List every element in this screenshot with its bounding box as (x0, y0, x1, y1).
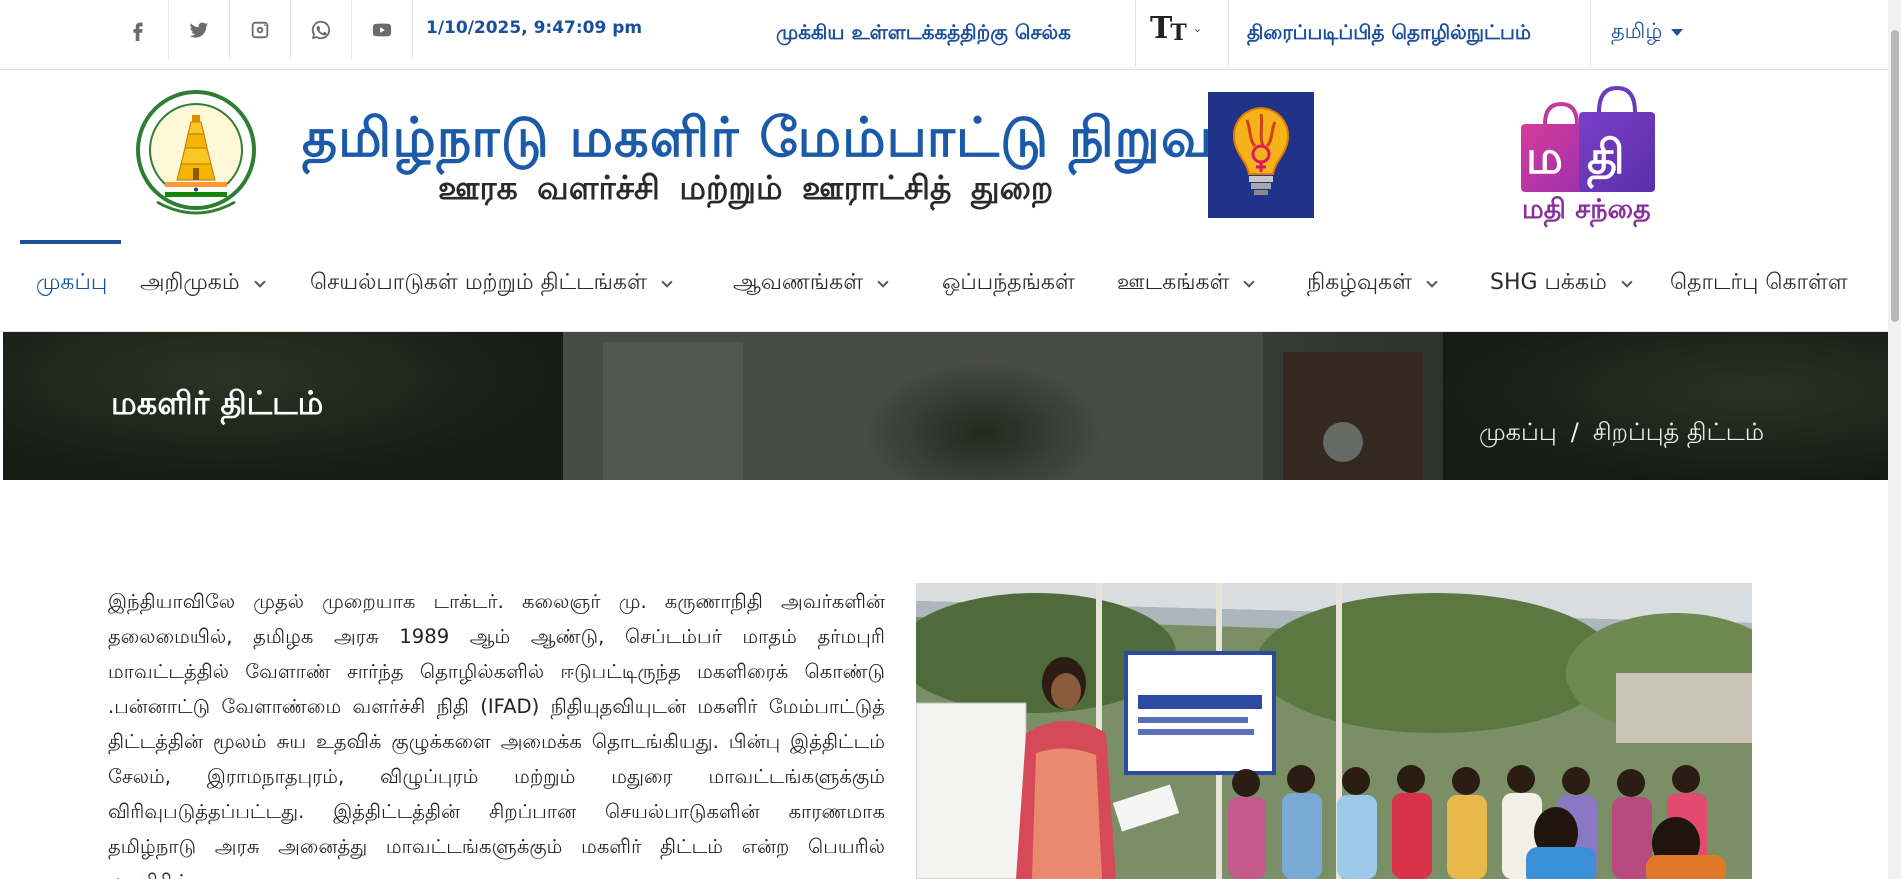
nav-item-media[interactable]: ஊடகங்கள் (1117, 270, 1256, 298)
social-links (108, 0, 413, 60)
skip-to-content-link[interactable]: முக்கிய உள்ளடக்கத்திற்கு செல்க (776, 20, 1071, 47)
mathi-sandhai-label: மதி சந்தை (1522, 194, 1651, 225)
mathi-badge-text: ம தி (1526, 130, 1629, 184)
chevron-down-icon (1243, 276, 1256, 288)
chevron-down-icon: ⌄ (1192, 22, 1202, 35)
language-selector[interactable]: தமிழ் (1611, 19, 1684, 46)
nav-item-activities-schemes[interactable]: செயல்பாடுகள் மற்றும் திட்டங்கள் (310, 270, 673, 298)
nav-item-label: தொடர்பு கொள்ள (1670, 270, 1848, 295)
nav-item-label: SHG பக்கம் (1490, 270, 1607, 295)
screen-reader-link[interactable]: திரைப்படிப்பித் தொழில்நுட்பம் (1247, 20, 1531, 47)
caret-down-icon (1671, 29, 1684, 36)
page-title: மகளிர் திட்டம் (111, 384, 324, 422)
whatsapp-icon[interactable] (291, 0, 352, 60)
font-size-icon: T (1150, 11, 1173, 46)
nav-item-contracts[interactable]: ஒப்பந்தங்கள் (942, 270, 1075, 298)
current-datetime: 1/10/2025, 9:47:09 pm (426, 18, 643, 38)
twitter-icon[interactable] (169, 0, 230, 60)
chevron-down-icon (253, 276, 266, 288)
site-title: தமிழ்நாடு மகளிர் மேம்பாட்டு நிறுவனம் (302, 106, 1312, 169)
language-label: தமிழ் (1611, 19, 1663, 43)
facebook-icon[interactable] (108, 0, 169, 60)
chevron-down-icon (1426, 276, 1438, 288)
nav-item-label: ஒப்பந்தங்கள் (942, 270, 1075, 295)
breadcrumb: முகப்பு / சிறப்புத் திட்டம் (1479, 418, 1764, 449)
scheme-description: இந்தியாவிலே முதல் முறையாக டாக்டர். கலைஞர… (108, 590, 885, 879)
site-subtitle: ஊரக வளர்ச்சி மற்றும் ஊராட்சித் துறை (438, 168, 1054, 207)
chevron-down-icon (661, 276, 673, 288)
active-nav-indicator (20, 240, 121, 244)
nav-item-events[interactable]: நிகழ்வுகள் (1307, 270, 1438, 298)
nav-item-label: முகப்பு (36, 270, 108, 295)
nav-item-label: நிகழ்வுகள் (1307, 270, 1412, 295)
nav-item-contact[interactable]: தொடர்பு கொள்ள (1670, 270, 1848, 298)
chevron-down-icon (877, 276, 889, 288)
divider (1228, 0, 1229, 67)
site-header: தமிழ்நாடு மகளிர் மேம்பாட்டு நிறுவனம் ஊரக… (0, 70, 1901, 240)
chevron-down-icon (1621, 276, 1633, 288)
nav-item-shg[interactable]: SHG பக்கம் (1490, 270, 1633, 298)
instagram-icon[interactable] (230, 0, 291, 60)
font-size-toggle[interactable]: TT ⌄ (1150, 11, 1202, 46)
scrollbar-thumb[interactable] (1891, 30, 1899, 322)
top-utility-bar: 1/10/2025, 9:47:09 pm முக்கிய உள்ளடக்கத்… (0, 0, 1901, 70)
tamilnadu-emblem-logo[interactable] (135, 88, 257, 220)
nav-item-about[interactable]: அறிமுகம் (140, 270, 266, 298)
main-navigation: முகப்பு அறிமுகம் செயல்பாடுகள் மற்றும் தி… (0, 240, 1901, 332)
page-banner: மகளிர் திட்டம் முகப்பு / சிறப்புத் திட்டம் (3, 332, 1888, 480)
youtube-icon[interactable] (352, 0, 413, 60)
nav-item-label: அறிமுகம் (140, 270, 240, 295)
breadcrumb-home[interactable]: முகப்பு (1479, 418, 1557, 446)
nav-item-label: ஆவணங்கள் (733, 270, 864, 295)
divider (1135, 0, 1136, 67)
font-size-icon-small: T (1170, 20, 1187, 46)
nav-item-documents[interactable]: ஆவணங்கள் (733, 270, 889, 298)
nav-item-label: ஊடகங்கள் (1117, 270, 1230, 295)
breadcrumb-separator: / (1570, 418, 1579, 446)
women-development-logo[interactable] (1208, 92, 1314, 218)
divider (1590, 0, 1591, 67)
page-scrollbar[interactable] (1888, 0, 1901, 879)
nav-item-label: செயல்பாடுகள் மற்றும் திட்டங்கள் (310, 270, 647, 295)
shg-meeting-photo (916, 583, 1752, 879)
breadcrumb-current: சிறப்புத் திட்டம் (1592, 418, 1765, 446)
nav-item-home[interactable]: முகப்பு (36, 270, 107, 298)
